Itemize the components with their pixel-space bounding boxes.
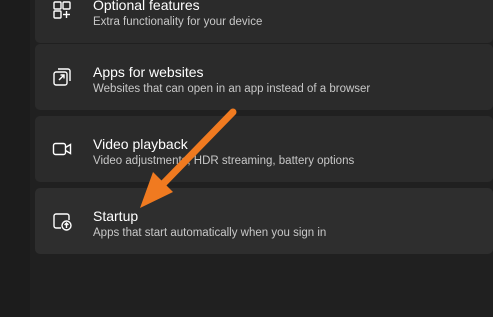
card-title: Optional features	[93, 0, 200, 13]
settings-card-startup[interactable]: Startup Apps that start automatically wh…	[35, 188, 493, 254]
card-title: Apps for websites	[93, 64, 204, 80]
settings-card-video-playback[interactable]: Video playback Video adjustments, HDR st…	[35, 116, 493, 182]
navigation-pane	[0, 0, 30, 317]
apps-for-websites-icon	[51, 66, 73, 88]
card-subtitle: Video adjustments, HDR streaming, batter…	[93, 155, 355, 167]
card-subtitle: Websites that can open in an app instead…	[93, 83, 371, 95]
optional-features-icon	[51, 0, 73, 21]
settings-card-apps-for-websites[interactable]: Apps for websites Websites that can open…	[35, 44, 493, 110]
card-subtitle: Apps that start automatically when you s…	[93, 227, 327, 239]
settings-apps-page: Optional features Extra functionality fo…	[0, 0, 493, 317]
video-playback-icon	[51, 138, 73, 160]
startup-icon	[51, 210, 73, 232]
card-subtitle: Extra functionality for your device	[93, 16, 263, 28]
settings-card-optional-features[interactable]: Optional features Extra functionality fo…	[35, 0, 493, 43]
card-title: Video playback	[93, 136, 188, 152]
card-title: Startup	[93, 208, 139, 224]
